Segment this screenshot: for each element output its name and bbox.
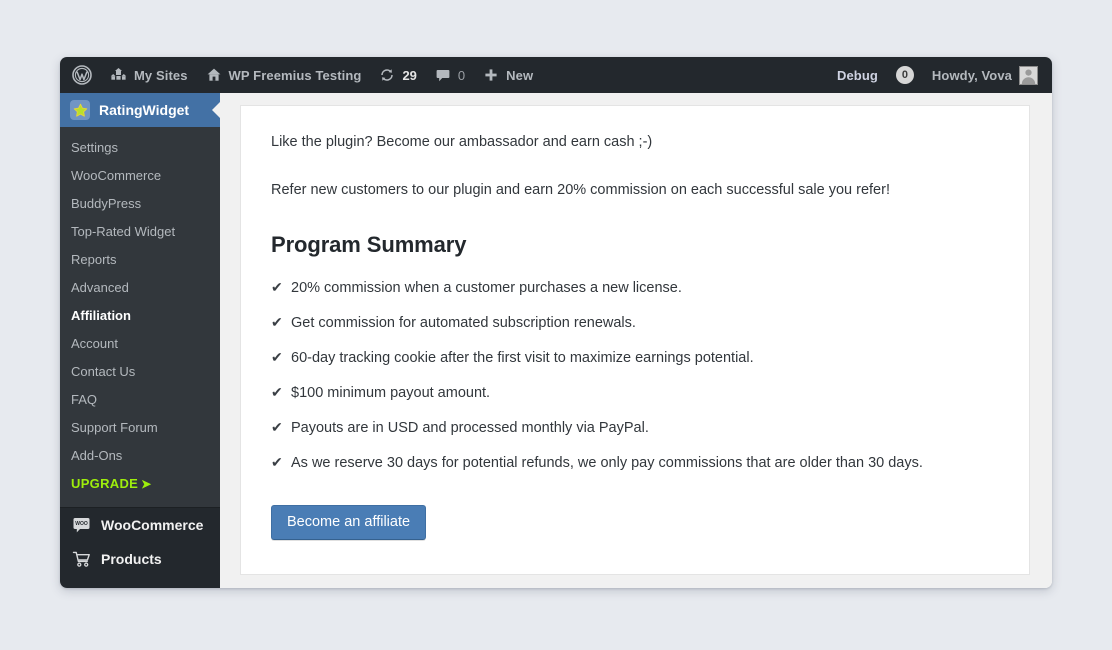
sidebar-subitem-add-ons[interactable]: Add-Ons xyxy=(60,442,220,470)
list-item: ✔ Get commission for automated subscripti… xyxy=(271,309,999,336)
sidebar-subitem-label: BuddyPress xyxy=(71,196,142,211)
sidebar-subitem-faq[interactable]: FAQ xyxy=(60,386,220,414)
list-item: ✔ 60-day tracking cookie after the first … xyxy=(271,344,999,371)
admin-body: RatingWidget Settings WooCommerce BuddyP… xyxy=(60,93,1052,588)
update-circular-arrows-icon xyxy=(379,67,395,83)
sidebar-subitem-label: UPGRADE xyxy=(71,476,139,491)
list-item-text: Get commission for automated subscriptio… xyxy=(291,314,636,331)
affiliation-panel: Like the plugin? Become our ambassador a… xyxy=(240,105,1030,575)
sidebar-subitem-label: WooCommerce xyxy=(71,168,162,183)
sidebar-subitem-account[interactable]: Account xyxy=(60,330,220,358)
list-item: ✔ Payouts are in USD and processed monthl… xyxy=(271,414,999,441)
list-item-text: Payouts are in USD and processed monthly… xyxy=(291,419,649,436)
plus-icon xyxy=(483,67,499,83)
sidebar-subitem-advanced[interactable]: Advanced xyxy=(60,274,220,302)
sidebar-subitem-label: Support Forum xyxy=(71,420,158,435)
debug-label: Debug xyxy=(836,67,878,83)
sidebar-subitem-woocommerce[interactable]: WooCommerce xyxy=(60,162,220,190)
new-label: New xyxy=(506,67,534,83)
sidebar-subitem-label: Add-Ons xyxy=(71,448,123,463)
check-icon: ✔ xyxy=(271,278,283,295)
check-icon: ✔ xyxy=(271,453,283,470)
list-item-text: 60-day tracking cookie after the first v… xyxy=(291,349,754,366)
admin-bar-right-group: Debug 0 Howdy, Vova xyxy=(828,57,1052,93)
admin-content-area: Like the plugin? Become our ambassador a… xyxy=(220,93,1052,588)
intro-line-2: Refer new customers to our plugin and ea… xyxy=(271,181,890,198)
page-title: Program Summary xyxy=(271,231,467,257)
updates-menu[interactable]: 29 xyxy=(370,57,425,93)
admin-bar-left-group: My Sites WP Freemius Testing 29 0 New xyxy=(60,57,542,93)
wp-logo-menu[interactable] xyxy=(63,57,101,93)
howdy-label: Howdy, Vova xyxy=(931,67,1012,83)
sidebar-subitem-support-forum[interactable]: Support Forum xyxy=(60,414,220,442)
list-item: ✔ $100 minimum payout amount. xyxy=(271,379,999,406)
shopping-cart-icon xyxy=(71,549,91,569)
sidebar-submenu: Settings WooCommerce BuddyPress Top-Rate… xyxy=(60,127,220,507)
current-menu-arrow-icon xyxy=(212,102,220,118)
sidebar-subitem-label: Advanced xyxy=(71,280,129,295)
sidebar-subitem-label: Top-Rated Widget xyxy=(71,224,176,239)
list-item-text: $100 minimum payout amount. xyxy=(291,384,491,401)
updates-count: 29 xyxy=(402,67,417,83)
sidebar-item-ratingwidget[interactable]: RatingWidget xyxy=(60,93,220,127)
comment-bubble-icon xyxy=(435,67,451,83)
check-icon: ✔ xyxy=(271,383,283,400)
home-icon xyxy=(206,67,222,83)
sidebar-item-woocommerce-label: WooCommerce xyxy=(101,517,204,533)
wordpress-logo-icon xyxy=(72,65,92,85)
sidebar-subitem-reports[interactable]: Reports xyxy=(60,246,220,274)
list-item-text: 20% commission when a customer purchases… xyxy=(291,279,682,296)
sidebar-subitem-label: Reports xyxy=(71,252,117,267)
list-item: ✔ 20% commission when a customer purchase… xyxy=(271,274,999,301)
sidebar-subitem-label: Affiliation xyxy=(71,308,131,323)
sidebar-subitem-top-rated-widget[interactable]: Top-Rated Widget xyxy=(60,218,220,246)
sidebar-subitem-buddypress[interactable]: BuddyPress xyxy=(60,190,220,218)
wp-admin-bar: My Sites WP Freemius Testing 29 0 New De… xyxy=(60,57,1052,93)
check-icon: ✔ xyxy=(271,313,283,330)
multisite-buildings-icon xyxy=(110,67,127,83)
debug-count: 0 xyxy=(895,66,914,84)
my-account-menu[interactable]: Howdy, Vova xyxy=(923,57,1047,93)
check-icon: ✔ xyxy=(271,348,283,365)
woocommerce-icon: WOO xyxy=(71,515,91,535)
new-content-menu[interactable]: New xyxy=(474,57,542,93)
sidebar-item-ratingwidget-label: RatingWidget xyxy=(99,102,190,118)
intro-line-1: Like the plugin? Become our ambassador a… xyxy=(271,134,653,150)
sidebar-item-woocommerce[interactable]: WOO WooCommerce xyxy=(60,508,220,542)
sidebar-item-products-label: Products xyxy=(101,551,162,567)
debug-count-badge[interactable]: 0 xyxy=(887,57,923,93)
check-icon: ✔ xyxy=(271,418,283,435)
site-name-label: WP Freemius Testing xyxy=(228,67,362,83)
sidebar-subitem-contact-us[interactable]: Contact Us xyxy=(60,358,220,386)
sidebar-subitem-label: Contact Us xyxy=(71,364,136,379)
upgrade-arrow-icon: ➤ xyxy=(141,477,152,491)
user-avatar-icon xyxy=(1019,65,1038,85)
ratingwidget-star-icon xyxy=(70,100,90,120)
svg-text:WOO: WOO xyxy=(75,521,88,527)
sidebar-subitem-label: Settings xyxy=(71,140,118,155)
debug-menu[interactable]: Debug xyxy=(828,57,887,93)
sidebar-item-products[interactable]: Products xyxy=(60,542,220,576)
sidebar-subitem-upgrade[interactable]: UPGRADE ➤ xyxy=(60,470,220,498)
sidebar-subitem-label: Account xyxy=(71,336,118,351)
my-sites-menu[interactable]: My Sites xyxy=(101,57,197,93)
become-an-affiliate-button[interactable]: Become an affiliate xyxy=(271,504,427,540)
comments-menu[interactable]: 0 xyxy=(426,57,474,93)
sidebar-subitem-settings[interactable]: Settings xyxy=(60,134,220,162)
site-name-menu[interactable]: WP Freemius Testing xyxy=(197,57,371,93)
sidebar-subitem-label: FAQ xyxy=(71,392,98,407)
program-summary-list: ✔ 20% commission when a customer purchase… xyxy=(271,274,999,476)
browser-window: My Sites WP Freemius Testing 29 0 New De… xyxy=(60,57,1052,588)
admin-sidebar-menu: RatingWidget Settings WooCommerce BuddyP… xyxy=(60,93,220,588)
sidebar-subitem-affiliation[interactable]: Affiliation xyxy=(60,302,220,330)
list-item: ✔ As we reserve 30 days for potential ref… xyxy=(271,449,999,476)
comments-count: 0 xyxy=(457,67,466,83)
my-sites-label: My Sites xyxy=(134,67,188,83)
list-item-text: As we reserve 30 days for potential refu… xyxy=(291,454,923,471)
